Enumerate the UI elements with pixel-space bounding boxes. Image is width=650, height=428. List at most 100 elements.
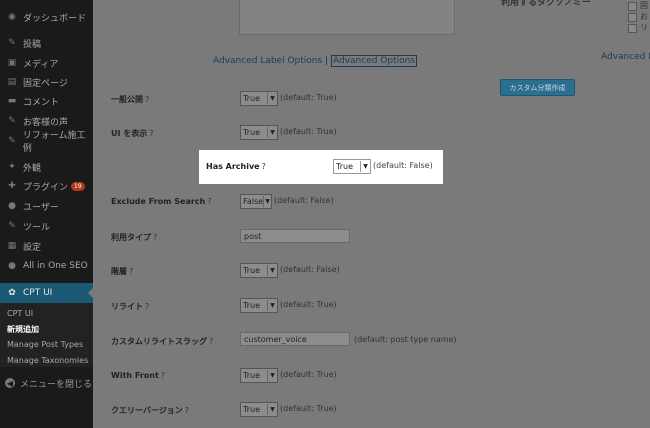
chevron-down-icon: ▼ [267,93,277,104]
menu-all-in-one-seo[interactable]: ● All in One SEO [0,256,93,276]
with-front-select[interactable]: True ▼ [240,368,278,383]
menu-label: プラグイン [23,182,69,193]
advanced-label-link-right[interactable]: Advanced La [601,52,650,62]
query-var-select[interactable]: True ▼ [240,402,278,417]
field-label: Has Archive? [206,162,266,171]
chevron-down-icon: ▼ [267,265,277,276]
menu-posts[interactable]: ✎ 投稿 [0,33,93,53]
menu-label: 固定ページ [23,78,68,89]
menu-tools[interactable]: ✎ ツール [0,216,93,236]
taxonomy-label: 固 [640,1,648,10]
field-label: カスタムリライトスラッグ? [111,337,214,346]
menu-comments[interactable]: ▬ コメント [0,91,93,111]
field-label: With Front? [111,371,166,380]
page-icon: ▤ [7,77,17,87]
chevron-down-icon: ▼ [267,300,277,311]
exclude-from-search-select[interactable]: False ▼ [240,194,272,209]
chevron-down-icon: ▼ [263,196,271,207]
menu-reform-cases[interactable]: ✎ リフォーム施工例 [0,131,93,154]
help-icon[interactable]: ? [153,233,157,242]
dashboard-icon: ◉ [8,12,16,22]
menu-media[interactable]: ▣ メディア [0,53,93,73]
taxonomy-checkbox[interactable] [628,13,637,22]
menu-label: メディア [23,59,59,70]
menu-label: 設定 [23,242,42,253]
menu-label: ユーザー [23,202,59,213]
chevron-down-icon: ▼ [267,404,277,415]
hierarchical-select[interactable]: True ▼ [240,263,278,278]
collapse-menu-button[interactable]: ◀ メニューを閉じる [0,375,93,391]
chevron-down-icon: ▼ [267,127,277,138]
help-icon[interactable]: ? [145,302,149,311]
menu-pages[interactable]: ▤ 固定ページ [0,72,93,92]
advanced-label-options-link[interactable]: Advanced Label Options [213,56,322,66]
menu-cpt-ui[interactable]: ✿ CPT UI [0,283,94,303]
help-icon[interactable]: ? [209,337,213,346]
menu-label: コメント [23,97,60,108]
description-textarea[interactable] [239,0,455,35]
admin-sidebar: ◉ ダッシュボード ✎ 投稿 ▣ メディア ▤ 固定ページ ▬ コメント ✎ お… [0,0,94,428]
help-icon[interactable]: ? [185,406,189,415]
help-icon[interactable]: ? [262,162,266,171]
field-label: UI を表示? [111,129,154,138]
rewrite-select[interactable]: True ▼ [240,298,278,313]
taxonomy-checkbox[interactable] [628,24,637,33]
menu-users[interactable]: ● ユーザー [0,196,93,216]
default-hint: (default: True) [280,127,337,136]
capability-type-input[interactable]: post [240,229,350,243]
cpt-ui-submenu: CPT UI 新規追加 Manage Post Types Manage Tax… [0,303,93,367]
help-icon[interactable]: ? [161,371,165,380]
update-count-badge: 19 [71,181,85,191]
advanced-links: Advanced Label Options | Advanced Option… [213,55,418,67]
settings-icon: ▦ [7,241,17,251]
default-hint: (default: False) [280,265,340,274]
user-icon: ● [8,201,16,211]
media-icon: ▣ [7,58,17,68]
field-label: クエリーバージョン? [111,406,190,415]
help-icon[interactable]: ? [207,197,211,206]
seo-icon: ● [8,261,16,271]
menu-label: お客様の声 [23,117,69,128]
comment-icon: ▬ [7,96,17,106]
pin-icon: ✎ [8,116,16,126]
custom-rewrite-slug-input[interactable]: customer_voice [240,332,350,346]
menu-appearance[interactable]: ✦ 外観 [0,157,93,177]
public-select[interactable]: True ▼ [240,91,278,106]
submenu-add-new[interactable]: 新規追加 [7,324,39,335]
submenu-cpt-ui[interactable]: CPT UI [7,309,33,318]
menu-plugins[interactable]: ✚ プラグイン 19 [0,176,93,196]
help-icon[interactable]: ? [145,95,149,104]
menu-dashboard[interactable]: ◉ ダッシュボード [0,7,93,27]
gear-icon: ✿ [8,288,16,298]
chevron-down-icon: ▼ [360,161,370,172]
default-hint: (default: False) [274,196,334,205]
has-archive-select[interactable]: True ▼ [333,159,371,174]
submenu-manage-taxonomies[interactable]: Manage Taxonomies [7,356,88,365]
show-ui-select[interactable]: True ▼ [240,125,278,140]
create-taxonomy-button[interactable]: カスタム分類作成 [500,79,575,96]
submenu-manage-post-types[interactable]: Manage Post Types [7,340,83,349]
menu-label: ダッシュボード [23,13,87,24]
default-hint: (default: False) [373,161,433,170]
collapse-arrow-icon: ◀ [5,378,15,388]
field-label: Exclude From Search? [111,197,212,206]
default-hint: (default: True) [280,404,337,413]
pin-icon: ✎ [8,136,16,146]
collapse-label: メニューを閉じる [20,379,93,390]
help-icon[interactable]: ? [129,267,133,276]
menu-label: All in One SEO [23,261,88,271]
taxonomy-label: お [640,12,648,21]
plugin-icon: ✚ [8,181,16,191]
main-content: 利用するタクソノミー 固 お リ Advanced Label Options … [93,0,650,428]
taxonomy-checkbox[interactable] [628,2,637,11]
field-label: 一般公開? [111,95,150,104]
chevron-down-icon: ▼ [267,370,277,381]
advanced-options-link[interactable]: Advanced Options [330,55,418,67]
default-hint: (default: True) [280,300,337,309]
menu-settings[interactable]: ▦ 設定 [0,236,93,256]
has-archive-row: Has Archive? True ▼ (default: False) [199,150,443,184]
default-hint: (default: post type name) [354,335,457,344]
taxonomy-label: リ [640,23,648,32]
pin-icon: ✎ [8,38,16,48]
help-icon[interactable]: ? [149,129,153,138]
